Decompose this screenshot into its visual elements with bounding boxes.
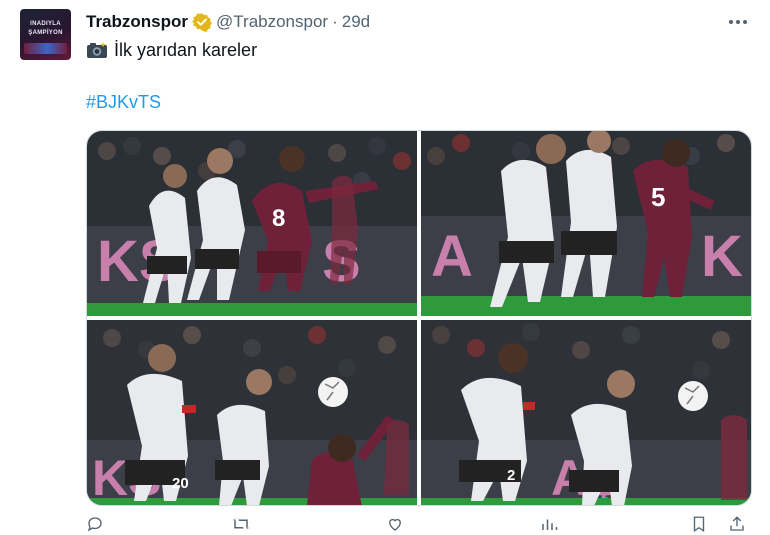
avatar[interactable]: INADIYLA ŞAMPİYON (20, 9, 71, 60)
tweet[interactable]: INADIYLA ŞAMPİYON Trabzonspor @Trabzonsp… (0, 0, 770, 533)
reply-button[interactable] (86, 515, 104, 533)
media-grid: KS S 8 (86, 130, 752, 506)
hashtag-link[interactable]: #BJKvTS (86, 90, 161, 114)
share-icon (730, 516, 744, 531)
separator-dot: · (332, 12, 338, 31)
tweet-timestamp[interactable]: 29d (342, 12, 370, 32)
photo-1[interactable]: KS S 8 (87, 131, 417, 316)
tweet-actions (86, 515, 750, 535)
views-button[interactable] (540, 515, 558, 533)
like-button[interactable] (386, 515, 404, 533)
views-icon (542, 519, 558, 530)
reply-icon (87, 517, 102, 532)
bookmark-button[interactable] (690, 515, 708, 533)
verified-badge-icon[interactable] (192, 12, 212, 32)
more-options-icon[interactable] (726, 10, 750, 34)
author-handle[interactable]: @Trabzonspor (216, 12, 328, 32)
photo-3[interactable]: KS 20 (87, 320, 417, 505)
jersey-number: 2 (507, 467, 515, 484)
avatar-graphic (24, 43, 67, 54)
jersey-number: 5 (651, 182, 665, 212)
heart-icon (389, 518, 401, 531)
svg-text:K: K (701, 224, 743, 289)
svg-text:A: A (431, 224, 473, 289)
repost-icon (232, 518, 250, 530)
bookmark-icon (693, 516, 705, 533)
avatar-text-line-2: ŞAMPİYON (28, 30, 63, 36)
jersey-number: 20 (172, 475, 189, 492)
jersey-number: 8 (272, 205, 285, 232)
photo-4[interactable]: AŞ 2 (421, 320, 751, 505)
avatar-text-line-1: INADIYLA (30, 21, 61, 27)
photo-2[interactable]: A K 5 (421, 131, 751, 316)
author-name[interactable]: Trabzonspor (86, 12, 188, 32)
share-button[interactable] (728, 515, 746, 533)
tweet-text-content: İlk yarıdan kareler (114, 40, 258, 60)
tweet-header: Trabzonspor @Trabzonspor · 29d (86, 10, 370, 34)
repost-button[interactable] (232, 515, 250, 533)
camera-flash-icon (86, 41, 108, 59)
tweet-text: İlk yarıdan kareler (86, 38, 257, 62)
